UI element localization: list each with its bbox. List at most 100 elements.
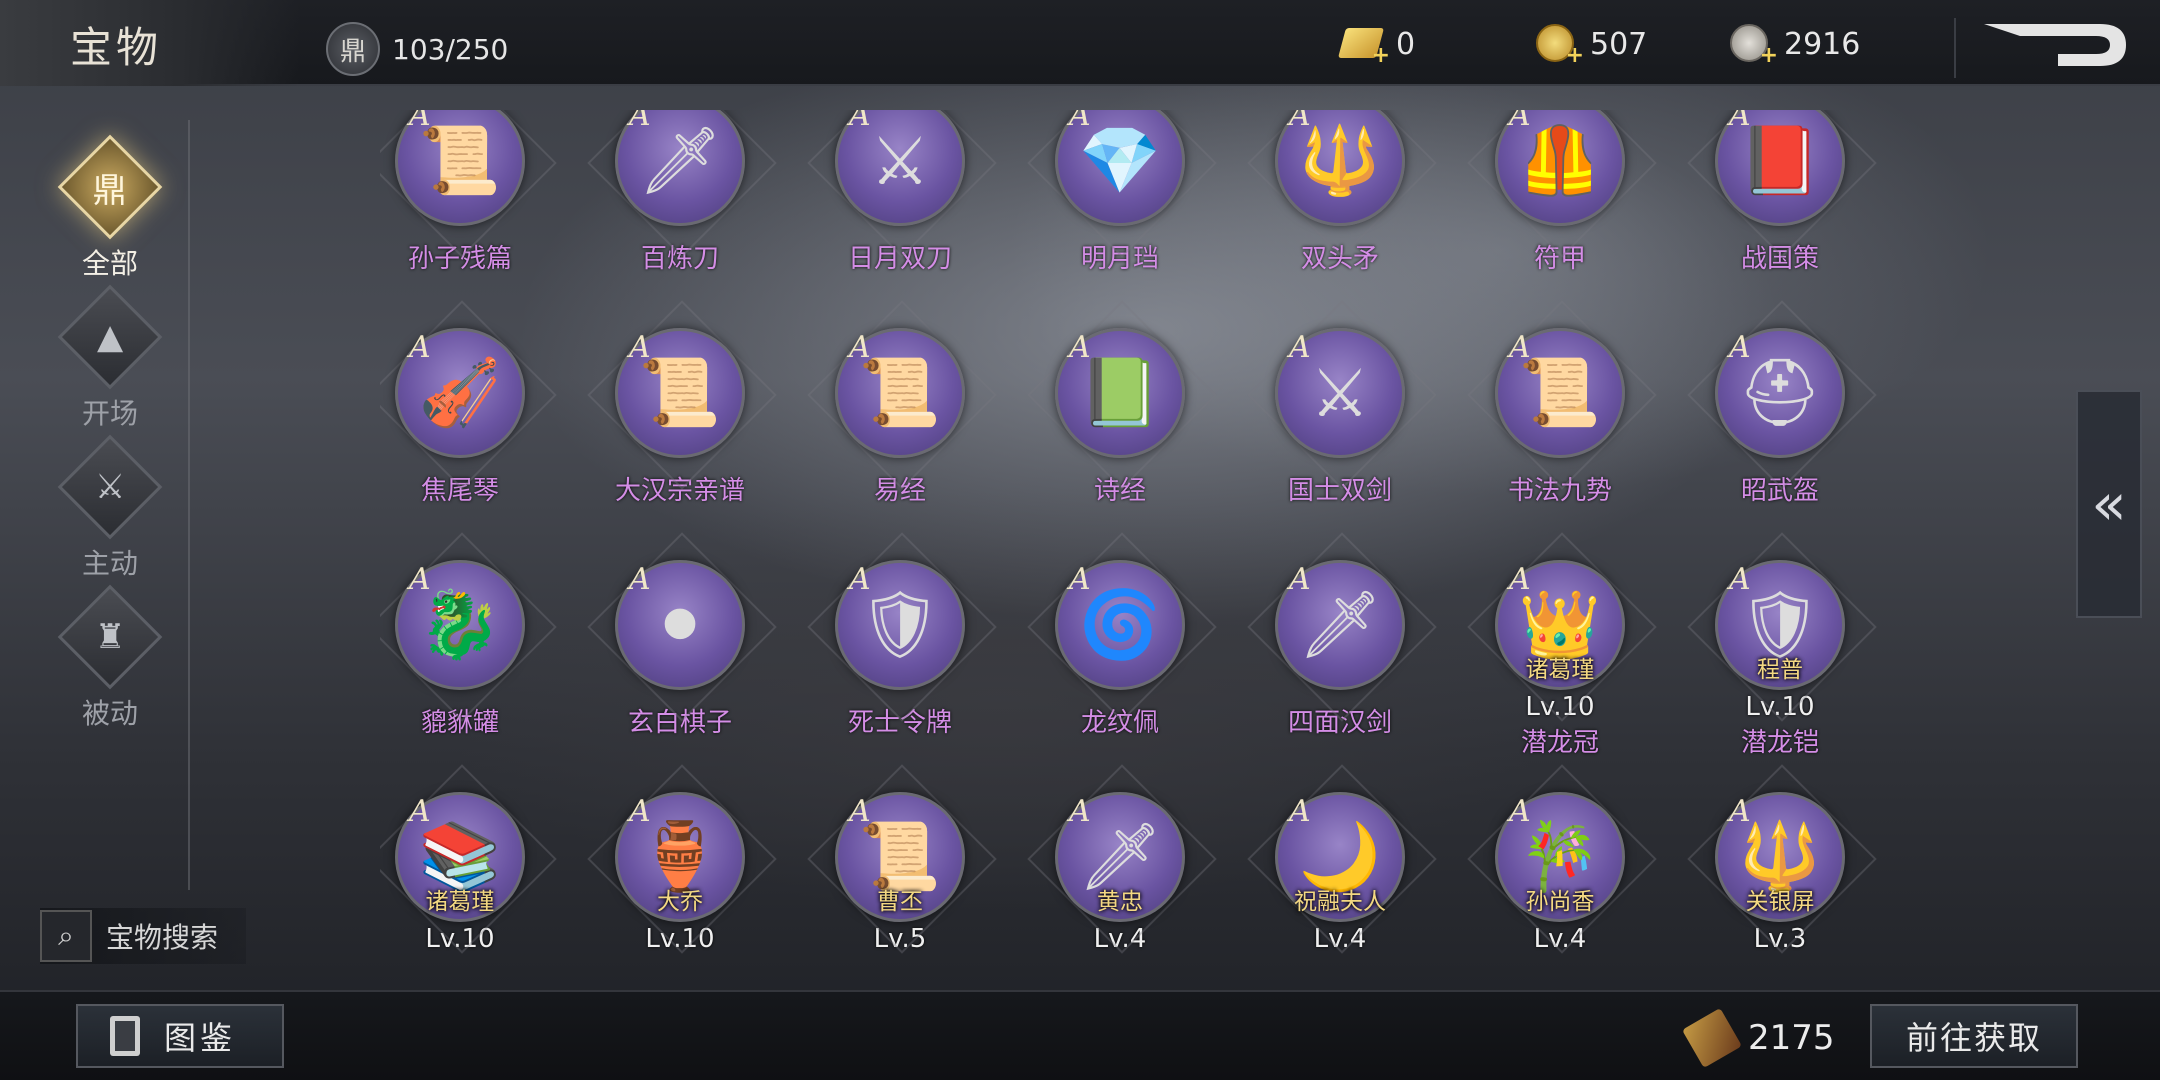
grade-badge: A [409,562,431,597]
treasure-slot: 🎋 A 孙尚香 [1487,784,1633,930]
treasure-slot: 🏺 A 大乔 [607,784,753,930]
grade-badge: A [1729,562,1751,597]
grade-badge: A [849,110,871,133]
treasure-item[interactable]: 🗡 A 四面汉剑 [1240,552,1440,762]
treasure-item[interactable]: 📜 A 易经 [800,320,1000,530]
treasure-slot: 💎 A [1047,110,1193,234]
codex-button[interactable]: 图鉴 [76,1004,284,1068]
treasure-slot: 📚 A 诸葛瑾 [387,784,533,930]
double-chevron-left-icon: « [2091,470,2127,538]
owner-name: 大乔 [657,889,703,915]
divider [1954,18,1956,78]
treasure-item[interactable]: ⚔ A 日月双刀 [800,110,1000,298]
grade-badge: A [1069,330,1091,365]
treasure-slot: 🗡 A [1267,552,1413,698]
sidebar-item-all[interactable]: 鼎 全部 [50,134,170,282]
treasure-slot: 📕 A [1707,110,1853,234]
treasure-item[interactable]: 💎 A 明月珰 [1020,110,1220,298]
treasure-item[interactable]: 🔱 A 双头矛 [1240,110,1440,298]
treasure-item[interactable]: 📜 A 大汉宗亲谱 [580,320,780,530]
currency-gold-coin[interactable]: + 507 [1536,24,1648,68]
codex-label: 图鉴 [164,1019,237,1057]
fragment-value: 2175 [1748,1018,1835,1058]
treasure-item[interactable]: 🛡 A 程普 Lv.10 潜龙铠 [1680,552,1880,762]
search-icon[interactable]: ⌕ [40,910,92,962]
treasure-item[interactable]: ⚔ A 国士双剑 [1240,320,1440,530]
grade-badge: A [849,794,871,829]
treasure-item[interactable]: 🗡 A 百炼刀 [580,110,780,298]
owner-name: 程普 [1757,657,1803,683]
grade-badge: A [849,562,871,597]
back-arrow-icon [1984,24,2126,66]
treasure-item[interactable]: 👑 A 诸葛瑾 Lv.10 潜龙冠 [1460,552,1660,762]
treasure-item[interactable]: 🌀 A 龙纹佩 [1020,552,1220,762]
sidebar-item-active[interactable]: ⚔ 主动 [50,434,170,582]
treasure-item[interactable]: 📜 A 曹丕 Lv.5 [800,784,1000,960]
treasure-slot: 📜 A [607,320,753,466]
grade-badge: A [1509,562,1531,597]
treasure-slot: 🔱 A 关银屏 [1707,784,1853,930]
expand-panel-button[interactable]: « [2076,390,2142,618]
sidebar-divider [188,120,190,890]
grade-badge: A [1289,330,1311,365]
treasure-item[interactable]: 📕 A 战国策 [1680,110,1880,298]
sidebar-item-passive[interactable]: ♜ 被动 [50,584,170,732]
grade-badge: A [1069,562,1091,597]
currency-gold-bar[interactable]: + 0 [1337,24,1416,68]
treasure-item[interactable]: 📚 A 诸葛瑾 Lv.10 [380,784,560,960]
treasure-item[interactable]: 🛡 A 死士令牌 [800,552,1000,762]
grade-badge: A [1509,330,1531,365]
ding-icon: 鼎 [57,134,163,240]
treasure-item[interactable]: ⚫ A 玄白棋子 [580,552,780,762]
treasure-item[interactable]: 📜 A 书法九势 [1460,320,1660,530]
treasure-slot: 📜 A [1487,320,1633,466]
fragment-icon [1681,1007,1743,1069]
owner-name: 曹丕 [877,889,923,915]
treasure-slot: 👑 A 诸葛瑾 [1487,552,1633,698]
treasure-item[interactable]: 🗡 A 黄忠 Lv.4 [1020,784,1220,960]
go-obtain-button[interactable]: 前往获取 [1870,1004,2078,1068]
grade-badge: A [1509,794,1531,829]
grade-badge: A [849,330,871,365]
treasure-slot: 🗡 A 黄忠 [1047,784,1193,930]
sidebar-item-label: 被动 [81,697,138,730]
treasure-item[interactable]: 🔱 A 关银屏 Lv.3 [1680,784,1880,960]
treasure-item[interactable]: 📜 A 孙子残篇 [380,110,560,298]
treasure-item[interactable]: 🦺 A 符甲 [1460,110,1660,298]
grade-badge: A [1729,330,1751,365]
grade-badge: A [409,110,431,133]
treasure-item[interactable]: 📗 A 诗经 [1020,320,1220,530]
treasure-slot: 🛡 A 程普 [1707,552,1853,698]
gold-coin-value: 507 [1590,26,1648,62]
grade-badge: A [629,562,651,597]
treasure-slot: 📜 A [827,320,973,466]
treasure-item[interactable]: ⛑ A 昭武盔 [1680,320,1880,530]
sidebar-item-opening[interactable]: ▲ 开场 [50,284,170,432]
treasure-item[interactable]: 🌙 A 祝融夫人 Lv.4 [1240,784,1440,960]
treasure-name: 潜龙冠 [1520,728,1599,758]
treasure-item[interactable]: 🐉 A 貔貅罐 [380,552,560,762]
grade-badge: A [409,794,431,829]
sidebar-item-label: 主动 [81,547,138,580]
back-button[interactable] [1980,18,2130,72]
treasure-item[interactable]: 🏺 A 大乔 Lv.10 [580,784,780,960]
grade-badge: A [1069,794,1091,829]
owner-name: 诸葛瑾 [1525,657,1595,683]
copper-coin-icon: + [1730,24,1778,68]
page-title: 宝物 [70,23,163,72]
fragment-counter: 2175 [1681,1007,1835,1069]
grade-badge: A [629,794,651,829]
book-icon [110,1016,140,1056]
treasure-slot: 📜 A 曹丕 [827,784,973,930]
treasure-item[interactable]: 🎋 A 孙尚香 Lv.4 [1460,784,1660,960]
title-box: 宝物 [0,0,300,86]
treasure-slot: 🎻 A [387,320,533,466]
treasure-slot: ⚫ A [607,552,753,698]
currency-copper-coin[interactable]: + 2916 [1730,24,1860,68]
gold-bar-value: 0 [1396,26,1416,62]
bottom-bar [0,990,2160,1080]
treasure-item[interactable]: 🎻 A 焦尾琴 [380,320,560,530]
treasure-slot: 🔱 A [1267,110,1413,234]
sidebar-item-label: 全部 [81,247,138,280]
treasure-search[interactable]: ⌕ 宝物搜索 [40,908,246,964]
